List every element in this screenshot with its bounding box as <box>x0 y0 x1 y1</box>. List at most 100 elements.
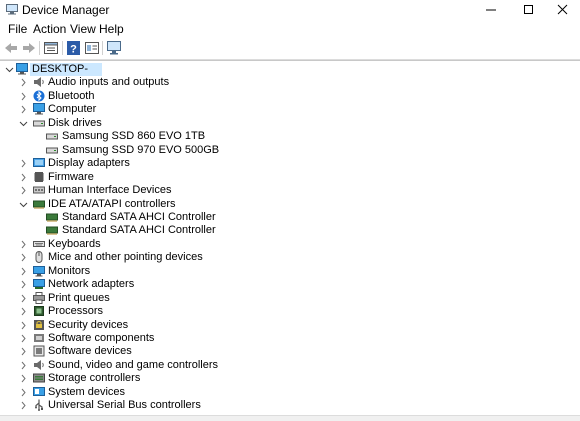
tree-category-label: Storage controllers <box>48 372 141 385</box>
tree-category-label: System devices <box>48 385 126 398</box>
network-adapter-icon <box>33 279 45 290</box>
software-component-icon <box>34 334 44 342</box>
computer-icon <box>16 63 28 75</box>
maximize-icon <box>524 5 533 14</box>
back-icon[interactable] <box>3 40 19 56</box>
device-manager-icon <box>6 4 18 15</box>
tree-root-label: DESKTOP- <box>30 63 103 76</box>
tree-category[interactable]: Universal Serial Bus controllers <box>0 399 580 412</box>
tree-category[interactable]: Network adapters <box>0 278 580 291</box>
system-device-icon <box>33 386 45 396</box>
tree-category[interactable]: Software components <box>0 332 580 345</box>
tree-category[interactable]: Firmware <box>0 171 580 184</box>
chevron-right-icon[interactable] <box>19 292 28 305</box>
tree-device-label: Standard SATA AHCI Controller <box>62 210 216 223</box>
toolbar-separator <box>39 41 40 55</box>
tree-category[interactable]: Security devices <box>0 319 580 332</box>
toolbar: ? <box>0 37 580 60</box>
chevron-right-icon[interactable] <box>19 76 28 89</box>
chevron-down-icon[interactable] <box>19 198 28 211</box>
firmware-icon <box>34 171 44 182</box>
toolbar-separator <box>102 41 103 55</box>
chevron-right-icon[interactable] <box>19 345 28 358</box>
tree-category-label: Monitors <box>48 264 91 277</box>
monitor-icon[interactable] <box>106 40 122 56</box>
chevron-right-icon[interactable] <box>19 278 28 291</box>
tree-category[interactable]: Storage controllers <box>0 372 580 385</box>
title-bar: Device Manager <box>0 0 580 20</box>
menu-view[interactable]: View <box>70 22 96 36</box>
tree-device[interactable]: Samsung SSD 860 EVO 1TB <box>0 130 580 143</box>
tree-category[interactable]: Bluetooth <box>0 90 580 103</box>
hid-icon <box>33 186 45 194</box>
tree-category[interactable]: Disk drives <box>0 117 580 130</box>
tree-category-label: Network adapters <box>48 278 135 291</box>
chevron-down-icon[interactable] <box>5 63 14 76</box>
window-title: Device Manager <box>22 3 110 17</box>
menu-file[interactable]: File <box>8 22 27 36</box>
close-button[interactable] <box>544 0 580 20</box>
chevron-right-icon[interactable] <box>19 157 28 170</box>
tree-category[interactable]: Sound, video and game controllers <box>0 359 580 372</box>
tree-device-label: Samsung SSD 970 EVO 500GB <box>62 143 220 156</box>
properties-icon[interactable] <box>43 40 59 56</box>
chevron-right-icon[interactable] <box>19 372 28 385</box>
tree-category[interactable]: Processors <box>0 305 580 318</box>
tree-category[interactable]: System devices <box>0 386 580 399</box>
chevron-right-icon[interactable] <box>19 184 28 197</box>
tree-category-label: Print queues <box>48 291 110 304</box>
chevron-right-icon[interactable] <box>19 386 28 399</box>
ide-controller-icon <box>33 200 45 209</box>
forward-icon[interactable] <box>21 40 37 56</box>
keyboard-icon <box>33 240 45 247</box>
chevron-right-icon[interactable] <box>19 103 28 116</box>
menu-action[interactable]: Action <box>33 22 66 36</box>
tree-category-label: IDE ATA/ATAPI controllers <box>48 197 176 210</box>
tree-device[interactable]: Standard SATA AHCI Controller <box>0 224 580 237</box>
tree-category-label: Disk drives <box>48 116 102 129</box>
tree-category[interactable]: Display adapters <box>0 157 580 170</box>
chevron-right-icon[interactable] <box>19 332 28 345</box>
tree-category[interactable]: Keyboards <box>0 238 580 251</box>
chevron-right-icon[interactable] <box>19 319 28 332</box>
chevron-right-icon[interactable] <box>19 399 28 412</box>
tree-category[interactable]: Monitors <box>0 265 580 278</box>
tree-category-label: Bluetooth <box>48 89 95 102</box>
tree-category-label: Display adapters <box>48 157 130 170</box>
tree-device[interactable]: Standard SATA AHCI Controller <box>0 211 580 224</box>
chevron-right-icon[interactable] <box>19 90 28 103</box>
tree-category[interactable]: Audio inputs and outputs <box>0 76 580 89</box>
tree-device[interactable]: Samsung SSD 970 EVO 500GB <box>0 144 580 157</box>
tree-category[interactable]: Mice and other pointing devices <box>0 251 580 264</box>
chevron-right-icon[interactable] <box>19 265 28 278</box>
tree-category[interactable]: Software devices <box>0 345 580 358</box>
maximize-button[interactable] <box>510 0 546 20</box>
processor-icon <box>34 306 44 317</box>
status-bar <box>0 415 580 421</box>
tree-category-label: Sound, video and game controllers <box>48 358 218 371</box>
disk-drive-icon <box>46 147 58 154</box>
chevron-right-icon[interactable] <box>19 171 28 184</box>
tree-category-label: Firmware <box>48 170 94 183</box>
tree-root[interactable]: DESKTOP- <box>0 63 580 76</box>
computer-icon <box>33 103 45 115</box>
chevron-down-icon[interactable] <box>19 117 28 130</box>
svg-text:?: ? <box>70 44 77 56</box>
chevron-right-icon[interactable] <box>19 305 28 318</box>
chevron-right-icon[interactable] <box>19 359 28 372</box>
chevron-right-icon[interactable] <box>19 251 28 264</box>
tree-category[interactable]: IDE ATA/ATAPI controllers <box>0 198 580 211</box>
minimize-button[interactable] <box>473 0 509 20</box>
menu-help[interactable]: Help <box>99 22 124 36</box>
chevron-right-icon[interactable] <box>19 238 28 251</box>
tree-category-label: Universal Serial Bus controllers <box>48 399 201 412</box>
tree-category[interactable]: Human Interface Devices <box>0 184 580 197</box>
view-icon[interactable] <box>84 40 100 56</box>
usb-icon <box>35 399 43 412</box>
tree-category-label: Computer <box>48 103 97 116</box>
speaker-icon <box>34 77 44 88</box>
help-icon[interactable]: ? <box>66 40 82 56</box>
menu-bar: File Action View Help <box>0 21 580 37</box>
tree-category[interactable]: Computer <box>0 103 580 116</box>
tree-category[interactable]: Print queues <box>0 291 580 305</box>
